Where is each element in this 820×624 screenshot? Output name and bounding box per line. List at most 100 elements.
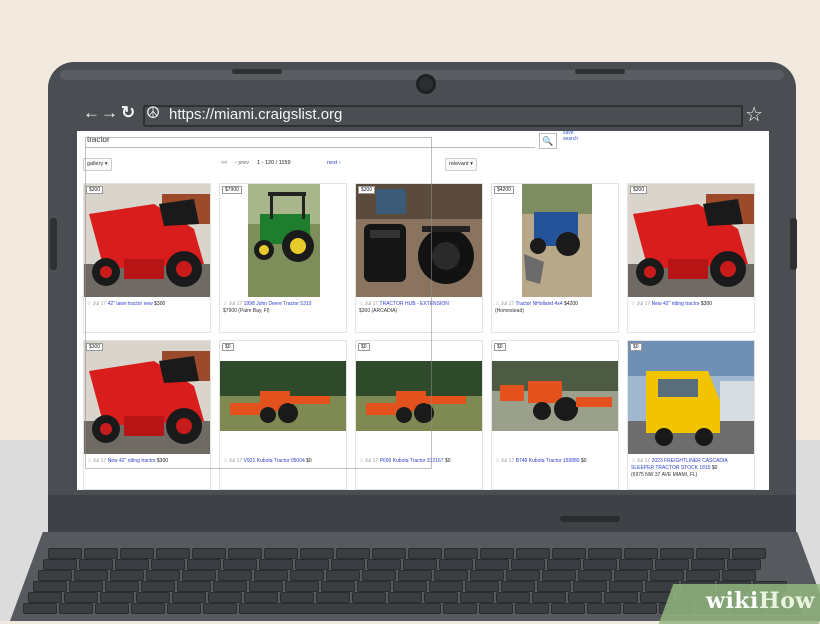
- listing-photo[interactable]: [492, 184, 618, 297]
- keyboard-key: [568, 592, 602, 603]
- keyboard-key: [532, 592, 566, 603]
- listing-title-link[interactable]: TRACTOR HUB - EXTENSION: [380, 301, 449, 307]
- keyboard-key: [722, 570, 756, 581]
- favorite-star-icon[interactable]: ☆ Jul 17: [359, 301, 378, 307]
- keyboard-key: [192, 548, 226, 559]
- listing-card[interactable]: $0 ☆ Jul 17 2023 FREIGHTLINER CASCADIA S…: [627, 340, 755, 490]
- keyboard-key: [578, 570, 612, 581]
- keyboard-key: [28, 592, 62, 603]
- favorite-star-icon[interactable]: ☆ Jul 17: [631, 301, 650, 307]
- listing-card[interactable]: $0 ☆ Jul 17 V921 Kubota Tractor 05004 $0: [219, 340, 347, 490]
- price-badge: $0: [494, 343, 506, 351]
- price-badge: $300: [358, 186, 376, 194]
- search-icon[interactable]: 🔍: [539, 133, 557, 149]
- pager-prev-button[interactable]: ‹ prev: [235, 158, 249, 169]
- bookmark-star-icon[interactable]: ☆: [745, 102, 763, 127]
- listing-card[interactable]: $0 ☆ Jul 17 P690 Kubota Tractor 312167 $…: [355, 340, 483, 490]
- keyboard-key: [408, 548, 442, 559]
- keyboard-key: [443, 603, 477, 614]
- listing-card[interactable]: $300 ☆ Jul 17 New 42" riding tractor $30…: [83, 340, 211, 490]
- listing-card[interactable]: $7900 ☆ Jul 17 1998 John Deere Tractor 5…: [219, 183, 347, 333]
- favorite-star-icon[interactable]: ☆ Jul 17: [87, 301, 106, 307]
- listing-card[interactable]: $300 ☆ Jul 17 42" lawn tractor new $300: [83, 183, 211, 333]
- site-info-icon[interactable]: ☮: [144, 105, 162, 123]
- listing-photo[interactable]: [220, 184, 346, 297]
- keyboard-key: [326, 570, 360, 581]
- keyboard-key: [429, 581, 463, 592]
- keyboard-key: [573, 581, 607, 592]
- favorite-star-icon[interactable]: ☆ Jul 17: [495, 458, 514, 464]
- pager-next-button[interactable]: next ›: [327, 158, 341, 169]
- keyboard-key: [551, 603, 585, 614]
- listing-title-link[interactable]: V921 Kubota Tractor 05004: [244, 458, 305, 464]
- listing-photo[interactable]: [628, 341, 754, 454]
- listing-photo[interactable]: [628, 184, 754, 297]
- view-mode-dropdown[interactable]: gallery ▾: [83, 158, 112, 171]
- keyboard-key: [624, 548, 658, 559]
- keyboard-key: [470, 570, 504, 581]
- back-arrow-icon[interactable]: ←: [83, 103, 100, 123]
- keyboard-key: [357, 581, 391, 592]
- search-input[interactable]: tractor: [85, 133, 535, 148]
- keyboard-key: [393, 581, 427, 592]
- listing-title-link[interactable]: New 42" riding tractor: [652, 301, 700, 307]
- listing-photo[interactable]: [84, 341, 210, 454]
- sort-dropdown[interactable]: relevant ▾: [445, 158, 477, 171]
- listing-location: (6975 NW 37 AVE MIAMI, FL): [631, 472, 698, 478]
- speaker-grille-right: [575, 69, 625, 74]
- listing-card[interactable]: $4200 ☆ Jul 17 Tractor NHolland 4x4 $420…: [491, 183, 619, 333]
- side-button-left: [50, 218, 57, 270]
- listing-title-link[interactable]: Tractor NHolland 4x4: [516, 301, 563, 307]
- listing-title-link[interactable]: 1998 John Deere Tractor 5310: [244, 301, 312, 307]
- keyboard-key: [506, 570, 540, 581]
- keyboard-key: [182, 570, 216, 581]
- listing-price: $0: [444, 458, 451, 464]
- price-badge: $4200: [494, 186, 514, 194]
- keyboard-key: [321, 581, 355, 592]
- listing-price: $300: [156, 458, 169, 464]
- reload-icon[interactable]: ↻: [121, 103, 135, 123]
- favorite-star-icon[interactable]: ☆ Jul 17: [495, 301, 514, 307]
- listing-price: $0: [580, 458, 587, 464]
- favorite-star-icon[interactable]: ☆ Jul 17: [631, 458, 650, 464]
- listing-card[interactable]: $300 ☆ Jul 17 TRACTOR HUB - EXTENSION $3…: [355, 183, 483, 333]
- listing-card[interactable]: $300 ☆ Jul 17 New 42" riding tractor $30…: [627, 183, 755, 333]
- laptop-bezel-bottom: [48, 495, 796, 533]
- keyboard-key: [367, 559, 401, 570]
- favorite-star-icon[interactable]: ☆ Jul 17: [223, 301, 242, 307]
- favorite-star-icon[interactable]: ☆ Jul 17: [87, 458, 106, 464]
- keyboard-key: [280, 592, 314, 603]
- keyboard-key: [213, 581, 247, 592]
- favorite-star-icon[interactable]: ☆ Jul 17: [359, 458, 378, 464]
- save-search-link[interactable]: save search: [563, 130, 583, 142]
- listing-photo[interactable]: [356, 341, 482, 454]
- favorite-star-icon[interactable]: ☆ Jul 17: [223, 458, 242, 464]
- keyboard-key: [614, 570, 648, 581]
- price-badge: $300: [86, 343, 104, 351]
- keyboard-key: [167, 603, 201, 614]
- listing-location: $7900 (Palm Bay, Fl): [223, 308, 270, 314]
- pager-first-button[interactable]: <<: [221, 158, 227, 169]
- keyboard-key: [69, 581, 103, 592]
- keyboard-key: [79, 559, 113, 570]
- listing-photo[interactable]: [84, 184, 210, 297]
- keyboard-key: [146, 570, 180, 581]
- keyboard-key: [511, 559, 545, 570]
- listing-card[interactable]: $0 ☆ Jul 17 B748 Kubota Tractor 159880 $…: [491, 340, 619, 490]
- browser-toolbar: ← → ↻ ☮ https://miami.craigslist.org ☆: [77, 97, 769, 131]
- listing-title-link[interactable]: New 42" riding tractor: [108, 458, 156, 464]
- listing-photo[interactable]: [492, 341, 618, 454]
- keyboard-key: [362, 570, 396, 581]
- forward-arrow-icon[interactable]: →: [101, 103, 118, 123]
- listing-location: (Homestead): [495, 308, 524, 314]
- keyboard-key: [542, 570, 576, 581]
- keyboard-key: [223, 559, 257, 570]
- listing-photo[interactable]: [220, 341, 346, 454]
- url-text[interactable]: https://miami.craigslist.org: [169, 105, 342, 125]
- keyboard-key: [623, 603, 657, 614]
- listing-title-link[interactable]: B748 Kubota Tractor 159880: [516, 458, 580, 464]
- listing-photo[interactable]: [356, 184, 482, 297]
- listing-title-link[interactable]: P690 Kubota Tractor 312167: [380, 458, 444, 464]
- listing-title-link[interactable]: 42" lawn tractor new: [108, 301, 153, 307]
- keyboard-key: [285, 581, 319, 592]
